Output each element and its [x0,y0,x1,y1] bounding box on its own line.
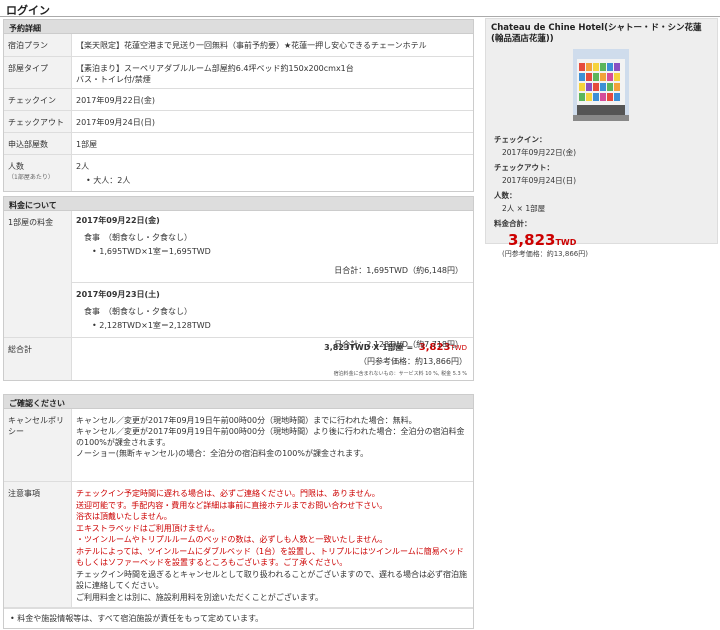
cancel-policy-row: キャンセルポリシー キャンセル／変更が2017年09月19日午前00時00分（現… [4,409,473,482]
guests-value: 2人 大人：2人 [72,155,473,191]
rooms-value: 1部屋 [76,140,98,149]
room-type-value: 【素泊まり】スーペリアダブルルーム部屋約6.4坪ベッド約150x200cmx1台… [72,57,473,88]
note-black-2: ご利用料金とは別に、施設利用料を別途いただくことがございます。 [76,592,323,602]
note-red-6: ホテルによっては、ツインルームにダブルベッド（1台）を設置し、トリプルにはツイン… [76,546,464,568]
room-type-label: 部屋タイプ [4,57,72,88]
guests-adults: 大人：2人 [86,175,469,186]
plan-label: 宿泊プラン [4,34,72,56]
day-1-date: 2017年09月22日(金) [76,216,160,225]
hotel-building-image [573,49,629,121]
guests-adults-text: 大人：2人 [93,176,131,185]
note-red-5: ・ツインルームやトリプルルームのベッドの数は、必ずしも人数と一致いたしません。 [76,535,388,544]
summary-checkin-label: チェックイン： [494,135,547,144]
day-2-price: • 2,128TWD×1室＝2,128TWD [92,321,211,330]
confirm-section: ご確認ください キャンセルポリシー キャンセル／変更が2017年09月19日午前… [3,394,474,629]
day-1-price: • 1,695TWD×1室＝1,695TWD [92,247,211,256]
grand-ref-price: （円参考価格：約13,866円） [359,357,467,366]
day-2-date: 2017年09月23日(土) [76,290,160,299]
fees-header: 料金について [4,197,473,211]
cancel-policy-text: キャンセル／変更が2017年09月19日午前00時00分（現地時間）までに行われ… [72,409,473,481]
summary-ref-price: (円参考価格：約13,866円) [502,250,588,258]
day-1-price-text: 1,695TWD×1室＝1,695TWD [99,247,211,256]
daily-price-label: 1部屋の料金 [4,211,72,337]
booking-summary-panel: Chateau de Chine Hotel(シャトー・ド・シン花蓮(翰品酒店花… [485,18,718,258]
guests-row: 人数 （1部屋あたり） 2人 大人：2人 [4,155,473,191]
hotel-name: Chateau de Chine Hotel(シャトー・ド・シン花蓮(翰品酒店花… [491,23,702,44]
checkin-label: チェックイン [4,89,72,110]
cancel-line-2: キャンセル／変更が2017年09月19日午前00時00分（現地時間）より後に行わ… [76,427,465,447]
grand-total-label: 総合計 [4,338,72,380]
note-red-2: 送迎可能です。手配内容・費用など詳細は事前に直接ホテルまでお問い合わせ下さい。 [76,500,388,510]
footnote-text: 料金や施設情報等は、すべて宿泊施設が責任をもって定めています。 [17,614,264,623]
confirm-header: ご確認ください [4,395,473,409]
summary-details: チェックイン： 2017年09月22日(金) チェックアウト： 2017年09月… [494,130,712,259]
summary-checkout-label: チェックアウト： [494,163,554,172]
summary-people: 2人 × 1部屋 [502,204,546,213]
note-red-1: チェックイン予定時間に遅れる場合は、必ずご連絡ください。門限は、ありません。 [76,489,380,498]
daily-price-row: 1部屋の料金 2017年09月22日(金) 食事 （朝食なし・夕食なし） • 1… [4,211,473,349]
room-type-line2: バス・トイレ付/禁煙 [76,75,151,84]
day-1-total: 日合計：1,695TWD（約6,148円） [334,266,463,275]
footnote: • 料金や施設情報等は、すべて宿泊施設が責任をもって定めています。 [4,608,473,628]
checkout-row: チェックアウト 2017年09月24日(日) [4,111,473,133]
summary-total-label: 料金合計： [494,219,532,228]
checkout-value: 2017年09月24日(日) [76,118,155,127]
title-divider [0,16,720,17]
summary-total: 3,823TWD [494,231,712,249]
note-red-3: 浴衣は頂戴いたしません。 [76,512,172,521]
booking-details-header: 予約詳細 [4,20,473,34]
room-type-line1: 【素泊まり】スーペリアダブルルーム部屋約6.4坪ベッド約150x200cmx1台 [76,64,354,73]
notes-text: チェックイン予定時間に遅れる場合は、必ずご連絡ください。門限は、ありません。 送… [72,482,473,607]
checkout-label: チェックアウト [4,111,72,132]
guests-label: 人数 （1部屋あたり） [4,155,72,191]
notes-label: 注意事項 [4,482,72,607]
day-2-price-text: 2,128TWD×1室＝2,128TWD [99,321,211,330]
note-red-4: エキストラベッドはご利用頂けません。 [76,523,220,533]
checkin-value: 2017年09月22日(金) [76,96,155,105]
day-1-meal: 食事 （朝食なし・夕食なし） [84,233,192,242]
room-type-row: 部屋タイプ 【素泊まり】スーペリアダブルルーム部屋約6.4坪ベッド約150x20… [4,57,473,89]
day-block-1: 2017年09月22日(金) 食事 （朝食なし・夕食なし） • 1,695TWD… [72,211,473,280]
summary-checkout: 2017年09月24日(日) [502,176,577,185]
notes-row: 注意事項 チェックイン予定時間に遅れる場合は、必ずご連絡ください。門限は、ありま… [4,482,473,608]
guests-count: 2人 [76,162,90,171]
day-2-meal: 食事 （朝食なし・夕食なし） [84,307,192,316]
fees-section: 料金について 1部屋の料金 2017年09月22日(金) 食事 （朝食なし・夕食… [3,196,474,381]
plan-row: 宿泊プラン 【楽天限定】花蓮空港まで見送り一回無料（事前予約要）★花蓮一押し安心… [4,34,473,57]
rooms-label: 申込部屋数 [4,133,72,154]
guests-label-text: 人数 [8,162,24,171]
checkin-row: チェックイン 2017年09月22日(金) [4,89,473,111]
note-black-1: チェックイン時間を過ぎるとキャンセルとして取り扱われることがございますので、遅れ… [76,569,468,591]
day-2-total: 日合計：2,128TWD（約7,718円） [334,340,463,349]
plan-value: 【楽天限定】花蓮空港まで見送り一回無料（事前予約要）★花蓮一押し安心できるチェー… [76,41,427,50]
summary-total-amount: 3,823 [508,231,556,249]
cancel-line-3: ノーショー(無断キャンセル)の場合：全泊分の宿泊料金の100%が課金されます。 [76,449,369,458]
cancel-policy-label: キャンセルポリシー [4,409,72,481]
day-block-2: 2017年09月23日(土) 食事 （朝食なし・夕食なし） • 2,128TWD… [72,283,473,354]
tax-note: 宿泊料金に含まれないもの：サービス料 10 %, 税金 5.3 % [333,371,467,377]
cancel-line-1: キャンセル／変更が2017年09月19日午前00時00分（現地時間）までに行われ… [76,416,417,425]
guests-sublabel: （1部屋あたり） [8,174,54,181]
summary-checkin: 2017年09月22日(金) [502,148,577,157]
hotel-photo [573,49,629,121]
summary-total-currency: TWD [555,238,577,247]
booking-details-section: 予約詳細 宿泊プラン 【楽天限定】花蓮空港まで見送り一回無料（事前予約要）★花蓮… [3,19,474,192]
rooms-row: 申込部屋数 1部屋 [4,133,473,155]
summary-people-label: 人数： [494,191,517,200]
